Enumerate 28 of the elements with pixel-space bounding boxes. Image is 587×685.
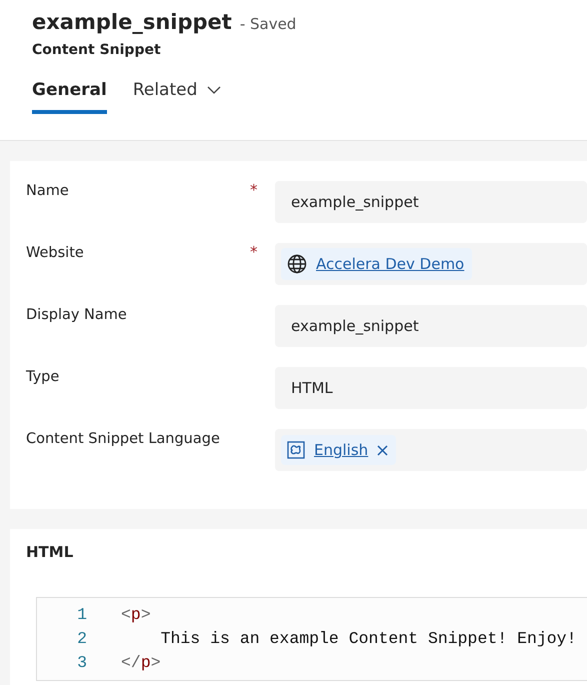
code-line: </p> <box>121 652 161 674</box>
code-line: This is an example Content Snippet! Enjoy! <box>160 628 576 650</box>
field-label: Website <box>26 244 85 261</box>
globe-icon <box>287 254 307 274</box>
input-field[interactable]: example_snippet <box>275 181 587 223</box>
required-asterisk: * <box>250 181 258 199</box>
code-editor[interactable]: 1 <p> 2 This is an example Content Snippet! Enjoy! 3 </p> <box>36 597 587 681</box>
code-line: <p> <box>121 604 151 626</box>
required-asterisk: * <box>250 243 258 261</box>
section-title: HTML <box>26 543 74 561</box>
field-label: Name <box>26 182 70 199</box>
field-label: Type <box>26 368 60 385</box>
language-icon <box>287 441 305 459</box>
field-label: Content Snippet Language <box>26 430 221 447</box>
input-field[interactable]: HTML <box>275 367 587 409</box>
line-number: 3 <box>76 652 88 674</box>
field-label: Display Name <box>26 306 128 323</box>
input-field[interactable]: example_snippet <box>275 305 587 347</box>
save-status: - Saved <box>240 15 296 33</box>
line-number: 1 <box>76 604 88 626</box>
entity-name: Content Snippet <box>32 42 162 58</box>
record-title: example_snippet <box>32 10 232 34</box>
tab[interactable]: General <box>32 80 107 114</box>
remove-icon[interactable] <box>377 444 388 456</box>
lookup-field[interactable]: Accelera Dev Demo <box>275 243 587 285</box>
line-number: 2 <box>76 628 88 650</box>
tab[interactable]: Related <box>132 80 222 114</box>
lookup-field[interactable]: English <box>275 429 587 471</box>
